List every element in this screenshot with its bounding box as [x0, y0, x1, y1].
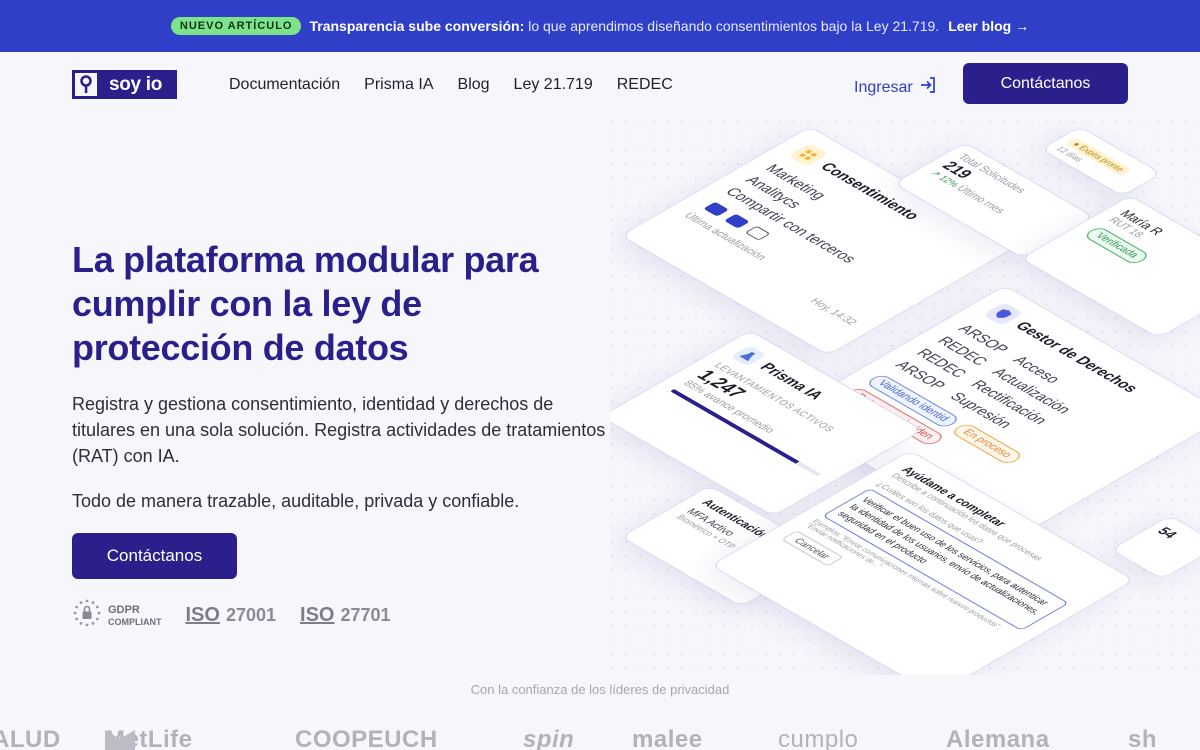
- iso-27001-word: ISO: [185, 604, 220, 626]
- login-label: Ingresar: [854, 78, 913, 96]
- consent-toggle-on: [723, 213, 750, 229]
- hero-description: Registra y gestiona consentimiento, iden…: [72, 394, 606, 466]
- product-illustration: Consentimiento Marketing Analitycs Compa…: [610, 120, 1200, 675]
- announcement-lead: Transparencia sube conversión:: [309, 18, 525, 34]
- certification-badges: GDPR COMPLIANT ISO 27001 ISO 27701: [72, 598, 391, 633]
- iso-27701-word: ISO: [300, 604, 335, 626]
- announcement-bar: NUEVO ARTÍCULO Transparencia sube conver…: [0, 0, 1200, 52]
- client-logo: COOPEUCH: [295, 726, 438, 750]
- hero-contact-button[interactable]: Contáctanos: [72, 533, 237, 579]
- main-nav: soy io Documentación Prisma IA Blog Ley …: [0, 52, 1200, 118]
- trust-label: Con la confianza de los líderes de priva…: [470, 682, 730, 697]
- client-logo: cumplo: [778, 726, 859, 750]
- client-logo: Alemana: [946, 726, 1050, 750]
- iso-27701-badge: ISO 27701: [300, 604, 391, 627]
- nav-links: Documentación Prisma IA Blog Ley 21.719 …: [229, 76, 673, 94]
- consent-toggle-off: [744, 225, 771, 241]
- nav-link-ley[interactable]: Ley 21.719: [514, 76, 593, 94]
- consent-icon: [787, 143, 829, 167]
- soyio-logo[interactable]: soy io: [72, 70, 177, 99]
- key-icon: [75, 73, 97, 96]
- gdpr-lock-icon: [72, 598, 102, 633]
- client-logo: sh: [1128, 726, 1158, 750]
- iso-27001-number: 27001: [225, 605, 277, 625]
- gdpr-badge: GDPR COMPLIANT: [72, 598, 162, 633]
- login-icon: [919, 76, 937, 99]
- hero-tagline: Todo de manera trazable, auditable, priv…: [72, 491, 520, 511]
- read-blog-link[interactable]: Leer blog →: [948, 18, 1029, 34]
- nav-link-redec[interactable]: REDEC: [617, 76, 673, 94]
- client-logo: malee: [632, 726, 703, 750]
- iso-27001-badge: ISO 27001: [186, 604, 277, 627]
- client-logo: spin: [523, 726, 575, 750]
- new-article-badge: NUEVO ARTÍCULO: [170, 17, 302, 35]
- gdpr-compliant-label: COMPLIANT: [108, 616, 162, 627]
- login-link[interactable]: Ingresar: [854, 76, 937, 99]
- client-logo: ALUD: [0, 726, 61, 750]
- announcement-text: lo que aprendimos diseñando consentimien…: [528, 18, 940, 34]
- client-logos: ALUD MetLife COOPEUCH spin malee cumplo …: [0, 722, 1200, 750]
- shield-icon: [982, 302, 1024, 326]
- consent-toggle-on: [703, 201, 730, 217]
- flask-icon: [729, 345, 768, 367]
- logo-text: soy io: [97, 73, 174, 96]
- side-stat-value: 54: [1153, 524, 1182, 541]
- nav-link-prisma-ia[interactable]: Prisma IA: [364, 76, 433, 94]
- client-logo-metlife: MetLife: [105, 726, 193, 750]
- nav-link-blog[interactable]: Blog: [458, 76, 490, 94]
- nav-link-documentacion[interactable]: Documentación: [229, 76, 340, 94]
- iso-27701-number: 27701: [340, 605, 391, 625]
- gdpr-label: GDPR: [108, 603, 140, 616]
- contact-button[interactable]: Contáctanos: [963, 63, 1128, 104]
- hero-title: La plataforma modular para cumplir con l…: [72, 239, 539, 368]
